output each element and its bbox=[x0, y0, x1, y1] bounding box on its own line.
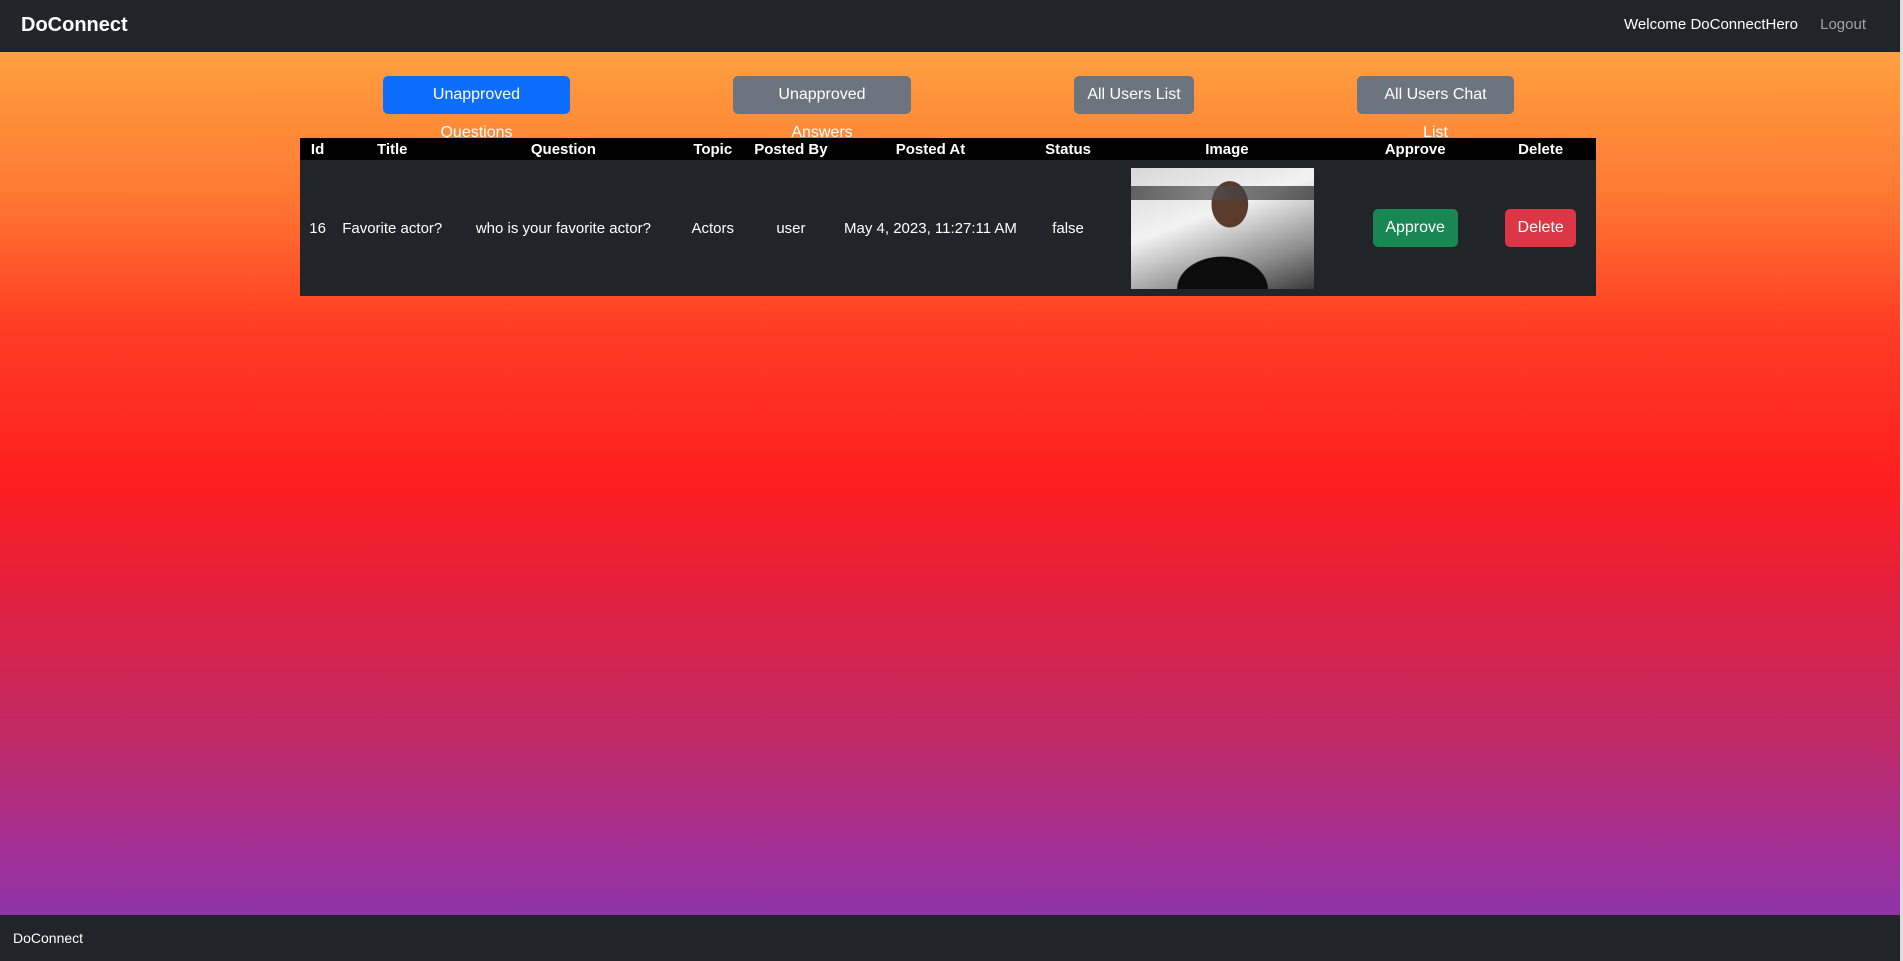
cell-status: false bbox=[1027, 160, 1109, 296]
page-background: DoConnect Welcome DoConnectHero Logout U… bbox=[0, 0, 1900, 961]
brand-logo[interactable]: DoConnect bbox=[21, 14, 128, 37]
question-image bbox=[1130, 167, 1314, 289]
image-shading bbox=[1130, 185, 1314, 200]
cell-posted-at: May 4, 2023, 11:27:11 AM bbox=[833, 160, 1028, 296]
cell-id: 16 bbox=[300, 160, 336, 296]
cell-image bbox=[1108, 160, 1345, 296]
cell-title: Favorite actor? bbox=[335, 160, 450, 296]
cell-delete: Delete bbox=[1485, 160, 1596, 296]
top-navbar: DoConnect Welcome DoConnectHero Logout bbox=[0, 0, 1900, 52]
cell-posted-by: user bbox=[748, 160, 834, 296]
footer-brand: DoConnect bbox=[13, 930, 84, 946]
header-question: Question bbox=[449, 138, 678, 160]
table-row: 16 Favorite actor? who is your favorite … bbox=[300, 160, 1596, 296]
cell-approve: Approve bbox=[1344, 160, 1486, 296]
cell-topic: Actors bbox=[677, 160, 748, 296]
header-id: Id bbox=[300, 138, 336, 160]
header-posted-at: Posted At bbox=[833, 138, 1028, 160]
header-delete: Delete bbox=[1485, 138, 1596, 160]
header-status: Status bbox=[1027, 138, 1109, 160]
table-header-row: Id Title Question Topic Posted By Posted… bbox=[300, 138, 1596, 160]
approve-button[interactable]: Approve bbox=[1372, 209, 1458, 247]
header-topic: Topic bbox=[677, 138, 748, 160]
cell-question: who is your favorite actor? bbox=[449, 160, 678, 296]
unapproved-questions-table: Id Title Question Topic Posted By Posted… bbox=[300, 138, 1596, 296]
tab-unapproved-questions[interactable]: Unapproved Questions bbox=[383, 76, 570, 141]
header-title: Title bbox=[335, 138, 450, 160]
header-posted-by: Posted By bbox=[748, 138, 834, 160]
tab-all-users-chat-list[interactable]: All Users Chat List bbox=[1357, 76, 1514, 141]
footer: DoConnect bbox=[0, 915, 1900, 961]
header-approve: Approve bbox=[1344, 138, 1486, 160]
header-image: Image bbox=[1108, 138, 1345, 160]
tab-unapproved-answers[interactable]: Unapproved Answers bbox=[733, 76, 911, 141]
delete-button[interactable]: Delete bbox=[1505, 209, 1577, 247]
logout-link[interactable]: Logout bbox=[1820, 16, 1866, 33]
welcome-message: Welcome DoConnectHero bbox=[1624, 16, 1798, 33]
tab-all-users-list[interactable]: All Users List bbox=[1074, 76, 1194, 114]
